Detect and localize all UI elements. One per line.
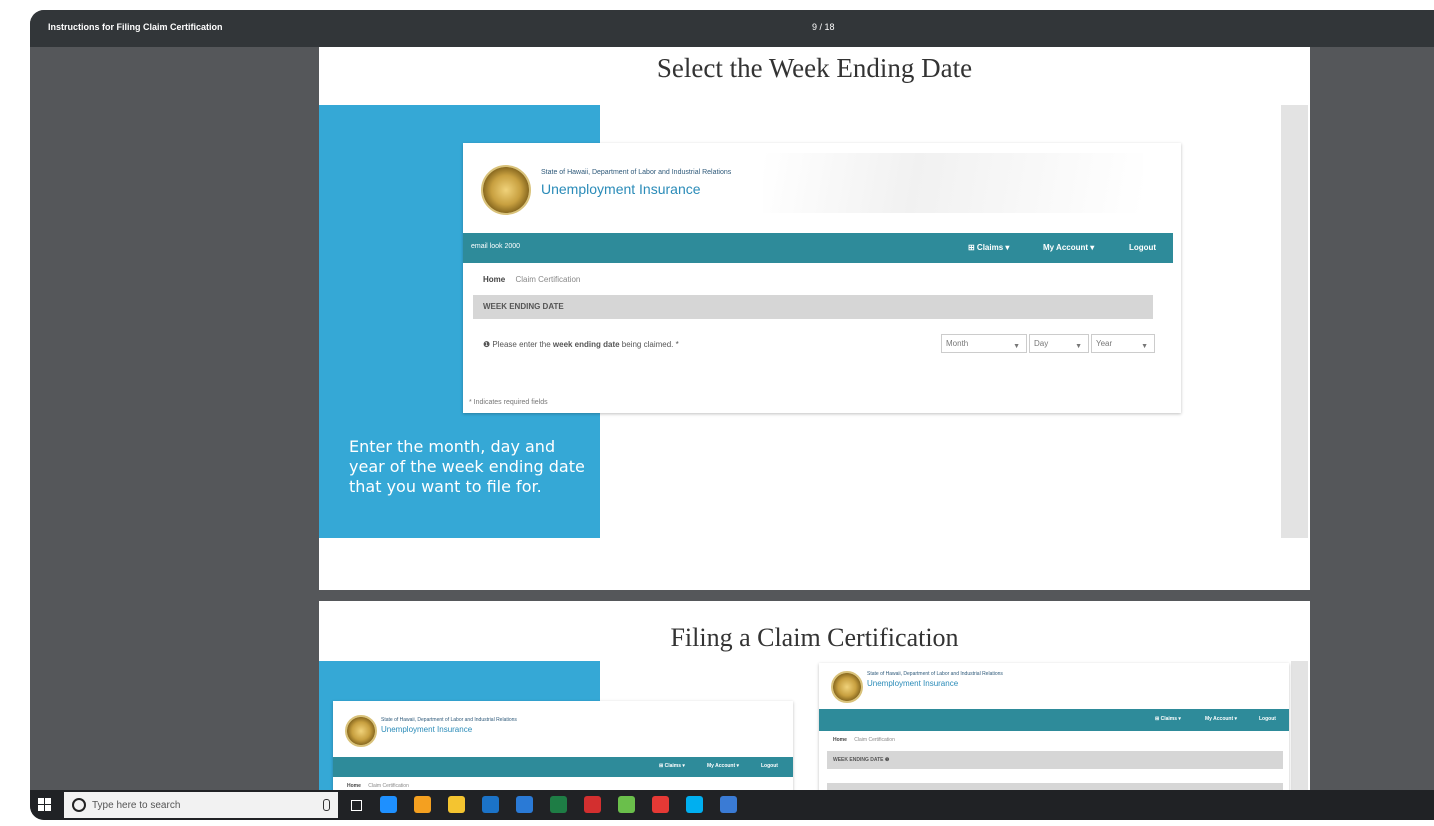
windows-start-icon[interactable] — [38, 798, 52, 812]
claims-menu[interactable]: ⊞ Claims ▾ — [659, 763, 685, 769]
section-header: WEEK ENDING DATE — [473, 295, 1153, 319]
section-header: WEEK ENDING DATE ❶ — [827, 751, 1283, 769]
program-name: Unemployment Insurance — [867, 679, 959, 688]
pdf-page-select-week: Select the Week Ending Date State of Haw… — [319, 47, 1310, 590]
breadcrumb-current: Claim Certification — [515, 275, 581, 284]
chrome-icon[interactable] — [414, 796, 431, 813]
chevron-down-icon: ▼ — [1013, 343, 1020, 350]
year-select[interactable]: Year ▼ — [1091, 334, 1155, 353]
state-seal-icon — [481, 165, 531, 215]
day-select[interactable]: Day ▼ — [1029, 334, 1089, 353]
slide-title: Select the Week Ending Date — [656, 53, 973, 83]
breadcrumb: Home Claim Certification — [347, 783, 409, 789]
pdf-page-filing-certification: Filing a Claim Certification State of Ha… — [319, 601, 1310, 820]
breadcrumb: Home Claim Certification — [483, 275, 580, 284]
portal-nav-bar: ⊞ Claims ▾ My Account ▾ Logout — [333, 757, 793, 777]
edge-browser-icon[interactable] — [380, 796, 397, 813]
portal-nav-bar: ⊞ Claims ▾ My Account ▾ Logout — [819, 709, 1289, 731]
breadcrumb-home[interactable]: Home — [833, 737, 847, 743]
program-name: Unemployment Insurance — [381, 725, 473, 734]
pdf-viewer-toolbar: Instructions for Filing Claim Certificat… — [30, 10, 1434, 47]
outlook-icon[interactable] — [482, 796, 499, 813]
agency-name: State of Hawaii, Department of Labor and… — [541, 169, 732, 176]
agency-name: State of Hawaii, Department of Labor and… — [381, 717, 517, 723]
logout-link[interactable]: Logout — [1129, 243, 1156, 252]
chevron-down-icon: ▼ — [1075, 343, 1082, 350]
my-account-menu[interactable]: My Account ▾ — [1205, 716, 1237, 722]
month-select[interactable]: Month ▼ — [941, 334, 1027, 353]
app-icon[interactable] — [720, 796, 737, 813]
instruction-callout: Enter the month, day and year of the wee… — [349, 437, 585, 496]
required-fields-note: * Indicates required fields — [469, 399, 548, 406]
chevron-down-icon: ▼ — [1141, 343, 1148, 350]
agency-name: State of Hawaii, Department of Labor and… — [867, 671, 1003, 677]
breadcrumb-home[interactable]: Home — [483, 275, 505, 284]
portal-screenshot: State of Hawaii, Department of Labor and… — [463, 143, 1181, 413]
cortana-icon — [72, 798, 86, 812]
excel-icon[interactable] — [550, 796, 567, 813]
people-icon[interactable] — [516, 796, 533, 813]
user-label: email look 2000 — [471, 243, 521, 250]
scrollbar-track — [1281, 105, 1308, 538]
pdf-viewer-window: Instructions for Filing Claim Certificat… — [30, 10, 1434, 820]
slack-icon[interactable] — [618, 796, 635, 813]
microphone-icon[interactable] — [323, 799, 330, 811]
breadcrumb: Home Claim Certification — [833, 737, 895, 743]
skype-icon[interactable] — [686, 796, 703, 813]
taskbar-search-box[interactable]: Type here to search — [64, 792, 338, 818]
logout-link[interactable]: Logout — [761, 763, 778, 769]
search-placeholder: Type here to search — [92, 800, 181, 811]
logout-link[interactable]: Logout — [1259, 716, 1276, 722]
breadcrumb-current: Claim Certification — [368, 783, 409, 789]
opera-icon[interactable] — [652, 796, 669, 813]
acrobat-icon[interactable] — [584, 796, 601, 813]
header-swoosh — [763, 153, 1143, 213]
state-seal-icon — [345, 715, 377, 747]
my-account-menu[interactable]: My Account ▾ — [1043, 243, 1094, 252]
task-view-icon[interactable] — [351, 800, 362, 811]
claims-menu[interactable]: ⊞ Claims ▾ — [968, 243, 1009, 252]
page-indicator[interactable]: 9 / 18 — [812, 22, 835, 32]
slide-title: Filing a Claim Certification — [670, 623, 959, 652]
state-seal-icon — [831, 671, 863, 703]
my-account-menu[interactable]: My Account ▾ — [707, 763, 739, 769]
windows-taskbar: Type here to search — [30, 790, 1434, 820]
document-title: Instructions for Filing Claim Certificat… — [48, 22, 223, 32]
file-explorer-icon[interactable] — [448, 796, 465, 813]
breadcrumb-current: Claim Certification — [854, 737, 895, 743]
program-name: Unemployment Insurance — [541, 181, 701, 197]
claims-menu[interactable]: ⊞ Claims ▾ — [1155, 716, 1181, 722]
breadcrumb-home[interactable]: Home — [347, 783, 361, 789]
portal-nav-bar: email look 2000 ⊞ Claims ▾ My Account ▾ … — [463, 233, 1173, 263]
week-ending-prompt: ❶ Please enter the week ending date bein… — [483, 340, 679, 349]
